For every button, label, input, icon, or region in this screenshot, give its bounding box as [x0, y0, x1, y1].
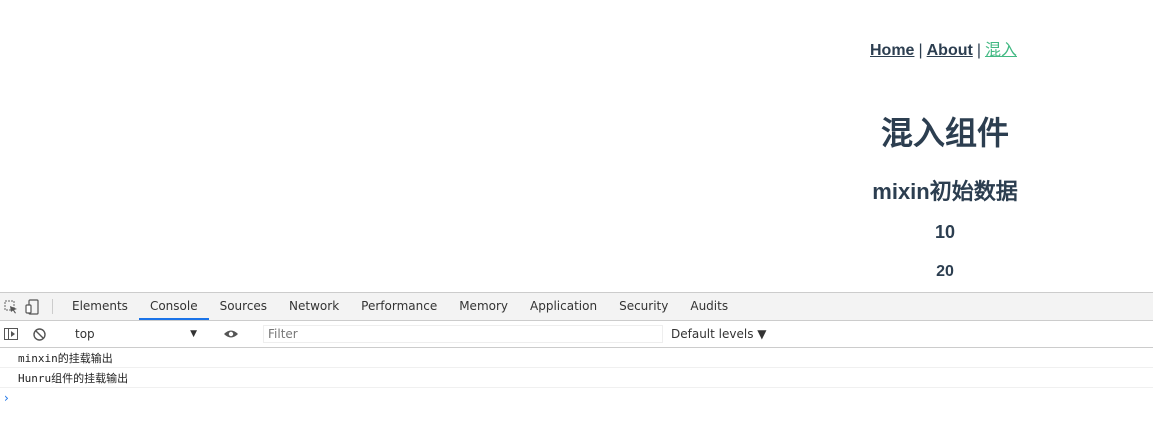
- clear-console-icon[interactable]: [28, 327, 50, 341]
- app-view: Home | About | 混入 混入组件 mixin初始数据 10 20: [0, 0, 1153, 292]
- nav-separator: |: [976, 42, 981, 59]
- live-expression-eye-icon[interactable]: [220, 329, 242, 339]
- tab-audits[interactable]: Audits: [679, 293, 739, 320]
- console-toolbar: top ▼ Filter Default levels ▼: [0, 321, 1153, 348]
- inspect-element-icon[interactable]: [0, 293, 22, 320]
- log-levels-dropdown[interactable]: Default levels ▼: [671, 327, 767, 341]
- value-one: 10: [934, 222, 956, 242]
- tab-memory[interactable]: Memory: [448, 293, 519, 320]
- dropdown-arrow-icon: ▼: [190, 329, 197, 339]
- tab-network[interactable]: Network: [278, 293, 350, 320]
- nav-bar: Home | About | 混入: [870, 36, 1022, 60]
- filter-input[interactable]: Filter: [263, 325, 663, 343]
- tab-sources[interactable]: Sources: [209, 293, 278, 320]
- nav-link-home[interactable]: Home: [870, 42, 914, 59]
- console-message: Hunru组件的挂载输出: [0, 368, 1153, 388]
- show-sidebar-icon[interactable]: [0, 328, 22, 340]
- tab-security[interactable]: Security: [608, 293, 679, 320]
- tab-performance[interactable]: Performance: [350, 293, 448, 320]
- tab-elements[interactable]: Elements: [61, 293, 139, 320]
- toolbar-divider: [52, 299, 53, 314]
- device-toolbar-icon[interactable]: [22, 293, 44, 320]
- value-two: 20: [936, 263, 954, 280]
- nav-link-about[interactable]: About: [927, 42, 973, 59]
- page-subtitle: mixin初始数据: [872, 179, 1018, 204]
- console-message: minxin的挂载输出: [0, 348, 1153, 368]
- page-title: 混入组件: [880, 115, 1009, 151]
- nav-separator: |: [918, 42, 923, 59]
- devtools-panel: Elements Console Sources Network Perform…: [0, 292, 1153, 425]
- tab-console[interactable]: Console: [138, 293, 209, 320]
- nav-link-mixin[interactable]: 混入: [985, 42, 1017, 59]
- devtools-tab-bar: Elements Console Sources Network Perform…: [0, 293, 1153, 321]
- prompt-chevron-icon: ›: [4, 391, 9, 405]
- console-prompt[interactable]: ›: [0, 388, 1153, 408]
- tab-application[interactable]: Application: [519, 293, 608, 320]
- context-value: top: [75, 327, 95, 341]
- context-selector[interactable]: top ▼: [67, 324, 203, 344]
